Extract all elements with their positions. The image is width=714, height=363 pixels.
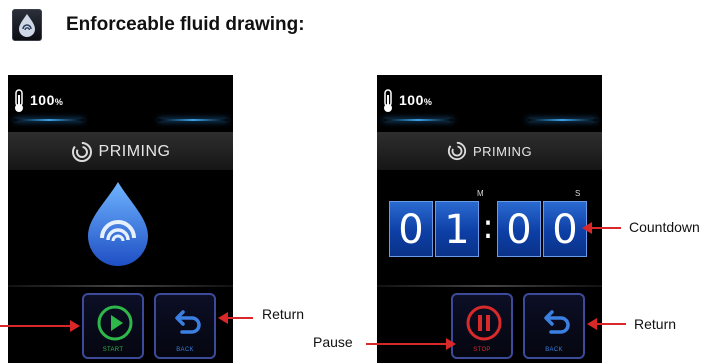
status-glow-line <box>14 119 84 121</box>
countdown-arrow <box>591 227 621 229</box>
priming-start-screen: 100% PRIMING START BACK <box>8 75 233 363</box>
return-arrow <box>227 317 253 319</box>
start-button[interactable]: START <box>82 293 144 359</box>
status-glow-line <box>158 119 228 121</box>
water-drop-icon <box>88 182 148 266</box>
screen-title: PRIMING <box>98 143 171 160</box>
countdown-digit: 0 <box>543 201 587 257</box>
back-button-label: BACK <box>176 347 194 353</box>
pause-arrow <box>366 343 446 345</box>
priming-countdown-screen: 100% PRIMING M S 0 1 : 0 0 STOP BACK <box>377 75 602 363</box>
start-arrow-head <box>70 320 80 332</box>
divider <box>377 285 602 287</box>
return-arrow <box>596 323 626 325</box>
priming-swirl-icon <box>447 141 467 161</box>
play-icon <box>97 305 133 341</box>
annotation-return: Return <box>262 306 305 322</box>
status-bar: 100% <box>377 75 602 119</box>
countdown-digit: 0 <box>389 201 433 257</box>
battery-level: 100% <box>30 92 63 108</box>
back-button[interactable]: BACK <box>523 293 585 359</box>
minutes-unit: M <box>477 189 484 198</box>
start-arrow <box>0 325 70 327</box>
battery-value: 100 <box>399 92 424 108</box>
pause-icon <box>466 305 502 341</box>
status-glow-line <box>527 119 597 121</box>
screen-title-bar: PRIMING <box>8 132 233 170</box>
battery-unit: % <box>54 97 64 107</box>
annotation-countdown: Countdown <box>629 219 700 235</box>
annotation-pause: Pause <box>313 334 353 350</box>
countdown-timer: M S 0 1 : 0 0 <box>389 189 589 259</box>
back-button-label: BACK <box>545 347 563 353</box>
pause-arrow-head <box>446 338 456 350</box>
stop-button-label: STOP <box>473 347 491 353</box>
priming-icon <box>12 9 42 41</box>
status-glow-line <box>383 119 453 121</box>
thermometer-icon <box>15 89 23 112</box>
battery-value: 100 <box>30 92 55 108</box>
divider <box>8 285 233 287</box>
countdown-digit: 0 <box>497 201 541 257</box>
return-arrow-icon <box>175 310 201 334</box>
annotation-return: Return <box>634 316 677 332</box>
countdown-digit: 1 <box>435 201 479 257</box>
battery-level: 100% <box>399 92 432 108</box>
status-bar: 100% <box>8 75 233 119</box>
screen-title: PRIMING <box>472 143 533 159</box>
page-title: Enforceable fluid drawing: <box>66 14 305 35</box>
priming-swirl-icon <box>71 142 92 162</box>
return-arrow-icon <box>544 310 570 334</box>
countdown-separator: : <box>482 207 494 247</box>
back-button[interactable]: BACK <box>154 293 216 359</box>
start-button-label: START <box>102 347 124 353</box>
stop-button[interactable]: STOP <box>451 293 513 359</box>
seconds-unit: S <box>575 189 581 198</box>
screen-title-bar: PRIMING <box>377 132 602 170</box>
battery-unit: % <box>423 97 433 107</box>
thermometer-icon <box>384 89 392 112</box>
